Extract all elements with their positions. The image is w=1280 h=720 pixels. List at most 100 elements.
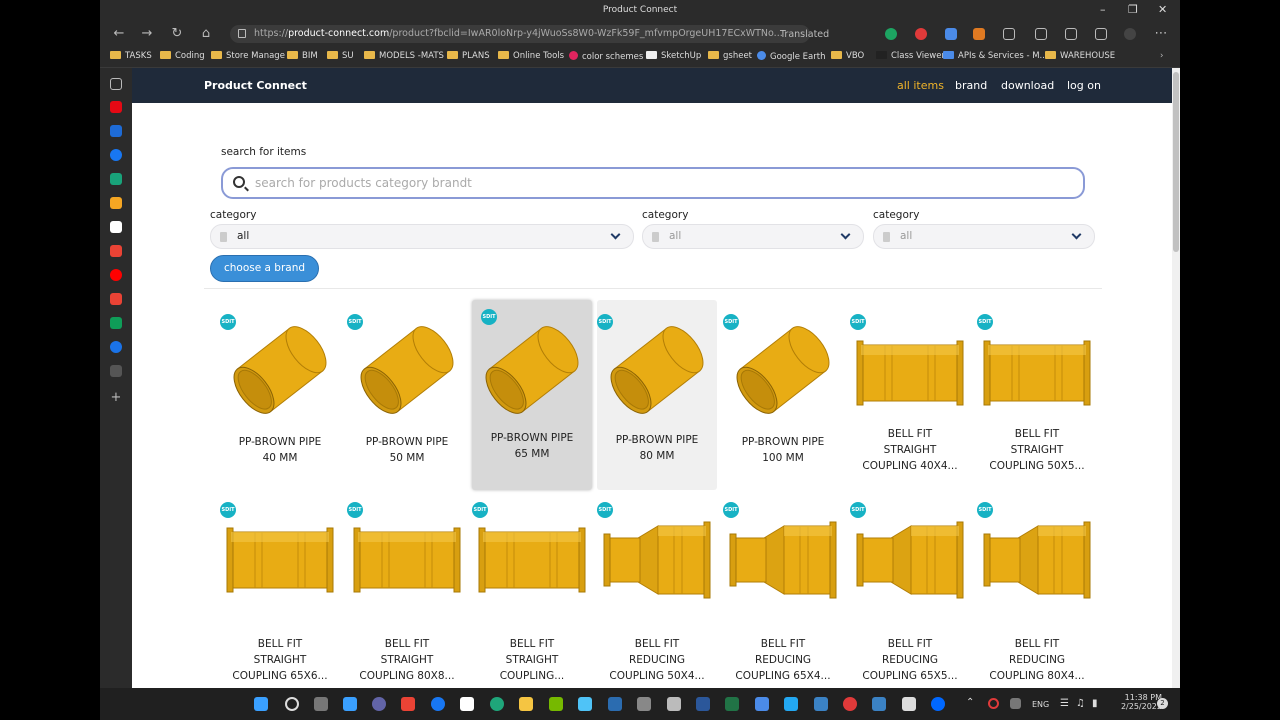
product-card[interactable]: SDIT BELL FIT STRAIGHT COUPLING 80X8... [347,494,467,684]
product-card[interactable]: SDIT BELL FIT STRAIGHT COUPLING 40X4... [850,300,970,490]
photos-icon[interactable] [755,697,769,711]
gmail-icon[interactable] [401,697,415,711]
app-icon[interactable] [110,365,122,377]
bookmark-item[interactable]: Store Manage [211,51,285,61]
restore-icon[interactable]: ❐ [1128,3,1138,16]
task-view-icon[interactable] [314,697,328,711]
gmail-icon[interactable] [110,245,122,257]
tabs-icon[interactable] [110,78,122,90]
excel-icon[interactable] [725,697,739,711]
vscode-icon[interactable] [784,697,798,711]
bookmark-item[interactable]: Google Earth [757,51,825,62]
wix-icon[interactable] [460,697,474,711]
product-card[interactable]: SDIT BELL FIT STRAIGHT COUPLING 50X5... [977,300,1097,490]
page-scrollbar[interactable] [1172,68,1180,688]
tray-app-icon[interactable] [1010,698,1021,709]
notification-badge[interactable]: 2 [1157,698,1168,709]
extensions-icon[interactable] [1003,28,1015,40]
app-icon[interactable] [110,173,122,185]
nav-download[interactable]: download [1001,79,1054,92]
translated-indicator[interactable]: Translated [780,29,829,40]
gmail-icon[interactable] [110,293,122,305]
sheets-icon[interactable] [110,317,122,329]
bookmark-item[interactable]: Coding [160,51,205,61]
nvidia-icon[interactable] [549,697,563,711]
metamask-icon[interactable] [973,28,985,40]
wix-icon[interactable] [110,221,122,233]
lock-icon[interactable] [238,29,246,38]
nav-brand[interactable]: brand [955,79,987,92]
product-card[interactable]: SDIT BELL FIT REDUCING COUPLING 65X5... [850,494,970,684]
nav-all-items[interactable]: all items [897,79,944,92]
nav-log-on[interactable]: log on [1067,79,1101,92]
widgets-icon[interactable] [343,697,357,711]
search-input[interactable] [255,174,1055,192]
product-card[interactable]: SDIT BELL FIT REDUCING COUPLING 50X4... [597,494,717,684]
volume-icon[interactable]: ♫ [1076,698,1085,709]
choose-brand-button[interactable]: choose a brand [210,255,319,282]
product-card[interactable]: SDIT PP-BROWN PIPE 65 MM [472,300,592,490]
app-icon[interactable] [110,341,122,353]
word-icon[interactable] [696,697,710,711]
start-icon[interactable] [254,697,268,711]
language-indicator[interactable]: ENG [1032,700,1049,709]
search-icon[interactable] [285,697,299,711]
bookmark-item[interactable]: Class Viewer [876,51,945,61]
refresh-icon[interactable]: ↻ [168,25,186,43]
add-icon[interactable]: + [110,391,122,404]
bookmark-item[interactable]: MODELS -MATS [364,51,444,61]
forward-icon[interactable]: → [138,25,156,43]
facebook-icon[interactable] [110,149,122,161]
product-card[interactable]: SDIT PP-BROWN PIPE 40 MM [220,300,340,490]
bookmark-item[interactable]: BIM [287,51,318,61]
product-card[interactable]: SDIT BELL FIT REDUCING COUPLING 65X4... [723,494,843,684]
netflix-icon[interactable] [110,101,122,113]
category-select-2[interactable]: all [642,224,864,249]
bookmarks-overflow-icon[interactable]: › [1160,51,1163,61]
bookmark-item[interactable]: APIs & Services - M... [943,51,1048,61]
favorites-icon[interactable] [1035,28,1047,40]
downloads-icon[interactable] [1095,28,1107,40]
site-brand[interactable]: Product Connect [204,79,307,92]
clock[interactable]: 11:38 PM 2/25/2022 [1112,693,1162,711]
category-select-1[interactable]: all [210,224,634,249]
file-explorer-icon[interactable] [519,697,533,711]
youtube-icon[interactable] [110,269,122,281]
bookmark-item[interactable]: PLANS [447,51,490,61]
product-card[interactable]: SDIT PP-BROWN PIPE 80 MM [597,300,717,490]
app-icon[interactable] [110,197,122,209]
app-icon[interactable] [843,697,857,711]
sketchup-icon[interactable] [814,697,828,711]
minimize-icon[interactable]: – [1100,3,1106,16]
close-icon[interactable]: ✕ [1158,3,1167,16]
app-icon[interactable] [110,125,122,137]
home-icon[interactable]: ⌂ [197,25,215,43]
profile-avatar[interactable] [1124,28,1136,40]
product-card[interactable]: SDIT PP-BROWN PIPE 100 MM [723,300,843,490]
product-card[interactable]: SDIT PP-BROWN PIPE 50 MM [347,300,467,490]
sketchup-icon[interactable] [872,697,886,711]
edge-icon[interactable] [490,697,504,711]
tray-chevron-icon[interactable]: ⌃ [966,697,974,708]
bookmark-item[interactable]: gsheet [708,51,752,61]
app-icon[interactable] [578,697,592,711]
product-card[interactable]: SDIT BELL FIT REDUCING COUPLING 80X4... [977,494,1097,684]
chat-icon[interactable] [372,697,386,711]
extension-icon[interactable] [945,28,957,40]
facebook-icon[interactable] [431,697,445,711]
app-icon[interactable] [667,697,681,711]
wifi-icon[interactable]: ☰ [1060,698,1069,709]
bookmark-item[interactable]: WAREHOUSE [1045,51,1115,61]
back-icon[interactable]: ← [110,25,128,43]
bookmark-item[interactable]: Online Tools [498,51,564,61]
bookmark-item[interactable]: VBO [831,51,864,61]
bookmark-item[interactable]: TASKS [110,51,152,61]
product-card[interactable]: SDIT BELL FIT STRAIGHT COUPLING... [472,494,592,684]
bookmark-item[interactable]: SketchUp [646,51,701,61]
record-icon[interactable] [988,698,999,709]
zalo-icon[interactable] [931,697,945,711]
app-icon[interactable] [902,697,916,711]
app-icon[interactable] [608,697,622,711]
bookmark-item[interactable]: color schemes [569,51,643,62]
url-input[interactable]: https://product-connect.com/product?fbcl… [230,25,810,43]
